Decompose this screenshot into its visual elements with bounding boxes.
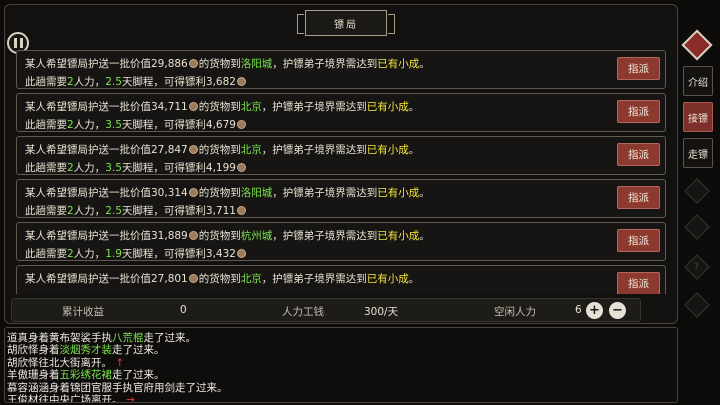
pause-icon-bar (19, 38, 23, 48)
reward-value: 3,682 (205, 76, 236, 88)
game-screen: 镖局 某人希望镖局护送一批价值29,886 的货物到洛阳城，护镖弟子境界需达到已有… (0, 0, 720, 405)
coin-icon (188, 274, 198, 283)
right-sidebar: 介绍 接镖 走镖 ? (680, 29, 716, 330)
tab-accept-escort[interactable]: 接镖 (683, 102, 713, 132)
title-frame: 镖局 (297, 10, 395, 36)
labor-needed: 2 (67, 76, 74, 88)
travel-days: 2.5 (105, 205, 122, 217)
mission-description: 某人希望镖局护送一批价值27,847 的货物到北京，护镖弟子境界需达到已有小成。 (25, 144, 420, 156)
mission-requirements: 此趟需要2人力，3.5天脚程，可得镖利4,679 (25, 117, 247, 132)
destination-city: 北京 (240, 101, 262, 113)
labor-needed: 2 (67, 205, 74, 217)
destination-city: 北京 (240, 144, 262, 156)
mission-requirements: 此趟需要2人力，1.9天脚程，可得镖利3,432 (25, 246, 247, 261)
reward-value: 3,432 (205, 248, 236, 260)
idle-labor-value: 6 (575, 304, 582, 316)
tab-go-escort[interactable]: 走镖 (683, 138, 713, 168)
pause-icon (13, 38, 17, 48)
labor-needed: 2 (67, 248, 74, 260)
travel-days: 1.9 (105, 248, 122, 260)
locked-diamond-icon (684, 178, 710, 204)
mission-list[interactable]: 某人希望镖局护送一批价值29,886 的货物到洛阳城，护镖弟子境界需达到已有小成。… (16, 50, 666, 294)
assign-button[interactable]: 指派 (617, 143, 660, 166)
increase-labor-button[interactable]: + (586, 302, 603, 319)
coin-icon (236, 77, 246, 86)
mission-requirements: 此趟需要2人力，2.5天脚程，可得镖利3,711 (25, 203, 247, 218)
labor-cost-label: 人力工钱 (282, 306, 324, 318)
required-rank: 已有小成 (366, 144, 409, 156)
escort-agency-panel: 镖局 某人希望镖局护送一批价值29,886 的货物到洛阳城，护镖弟子境界需达到已有… (4, 4, 678, 324)
destination-city: 洛阳城 (240, 187, 273, 199)
required-rank: 已有小成 (377, 58, 420, 70)
income-label: 累计收益 (62, 306, 104, 318)
page-title: 镖局 (334, 19, 358, 31)
minus-icon: − (612, 303, 623, 318)
stats-bar: 累计收益 0 人力工钱 300/天 空闲人力 6 + − (11, 298, 641, 322)
mission-description: 某人希望镖局护送一批价值27,801 的货物到北京，护镖弟子境界需达到已有小成。 (25, 273, 420, 285)
idle-labor-label: 空闲人力 (494, 306, 536, 318)
event-log: 道真身着黄布袈裟手执八荒棍走了过来。 胡欣怿身着淡烟秀才装走了过来。 胡欣怿往北… (4, 327, 678, 403)
labor-cost-value: 300/天 (364, 306, 399, 318)
assign-button[interactable]: 指派 (617, 272, 660, 294)
destination-city: 洛阳城 (240, 58, 273, 70)
destination-city: 杭州城 (240, 230, 273, 242)
mission-description: 某人希望镖局护送一批价值30,314 的货物到洛阳城，护镖弟子境界需达到已有小成。 (25, 187, 430, 199)
travel-days: 3.5 (105, 162, 122, 174)
mission-description: 某人希望镖局护送一批价值34,711 的货物到北京，护镖弟子境界需达到已有小成。 (25, 101, 420, 113)
required-rank: 已有小成 (366, 273, 409, 285)
diamond-menu-button[interactable] (681, 29, 713, 61)
mission-card: 某人希望镖局护送一批价值27,847 的货物到北京，护镖弟子境界需达到已有小成。此… (16, 136, 666, 175)
labor-needed: 2 (67, 162, 74, 174)
locked-diamond-icon (684, 292, 710, 318)
log-line: 王俊材往中央广场离开。 → (7, 392, 135, 403)
coin-icon (236, 120, 246, 129)
mission-requirements: 此趟需要2人力，3.5天脚程，可得镖利4,199 (25, 160, 247, 175)
travel-days: 3.5 (105, 119, 122, 131)
mission-requirements: 此趟需要2人力，2.5天脚程，可得镖利3,682 (25, 74, 247, 89)
required-rank: 已有小成 (377, 187, 420, 199)
mission-card: 某人希望镖局护送一批价值30,314 的货物到洛阳城，护镖弟子境界需达到已有小成。… (16, 179, 666, 218)
mission-card: 某人希望镖局护送一批价值29,886 的货物到洛阳城，护镖弟子境界需达到已有小成。… (16, 50, 666, 89)
reward-value: 4,199 (205, 162, 236, 174)
assign-button[interactable]: 指派 (617, 229, 660, 252)
direction-arrow-icon: → (125, 394, 135, 403)
coin-icon (188, 102, 198, 111)
reward-value: 4,679 (205, 119, 236, 131)
mission-card: 某人希望镖局护送一批价值31,889 的货物到杭州城，护镖弟子境界需达到已有小成。… (16, 222, 666, 261)
locked-diamond-icon (684, 214, 710, 240)
coin-icon (188, 59, 198, 68)
coin-icon (236, 206, 246, 215)
travel-days: 2.5 (105, 76, 122, 88)
income-value: 0 (180, 304, 187, 316)
assign-button[interactable]: 指派 (617, 57, 660, 80)
assign-button[interactable]: 指派 (617, 100, 660, 123)
required-rank: 已有小成 (377, 230, 420, 242)
decrease-labor-button[interactable]: − (609, 302, 626, 319)
required-rank: 已有小成 (366, 101, 409, 113)
coin-icon (236, 163, 246, 172)
coin-icon (188, 188, 198, 197)
labor-needed: 2 (67, 119, 74, 131)
question-diamond-icon: ? (684, 254, 710, 280)
coin-icon (188, 145, 198, 154)
plus-icon: + (589, 303, 600, 318)
coin-icon (236, 249, 246, 258)
destination-city: 北京 (240, 273, 262, 285)
reward-value: 3,711 (205, 205, 236, 217)
assign-button[interactable]: 指派 (617, 186, 660, 209)
tab-intro[interactable]: 介绍 (683, 66, 713, 96)
mission-card: 某人希望镖局护送一批价值34,711 的货物到北京，护镖弟子境界需达到已有小成。此… (16, 93, 666, 132)
mission-description: 某人希望镖局护送一批价值29,886 的货物到洛阳城，护镖弟子境界需达到已有小成。 (25, 58, 430, 70)
coin-icon (188, 231, 198, 240)
mission-card: 某人希望镖局护送一批价值27,801 的货物到北京，护镖弟子境界需达到已有小成。 指… (16, 265, 666, 294)
mission-description: 某人希望镖局护送一批价值31,889 的货物到杭州城，护镖弟子境界需达到已有小成。 (25, 230, 430, 242)
